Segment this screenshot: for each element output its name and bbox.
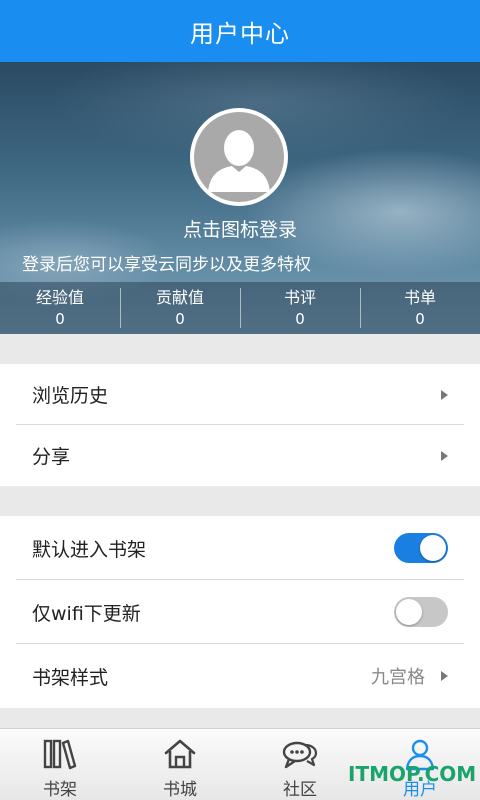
setting-label: 书架样式 — [32, 666, 109, 689]
chat-icon — [282, 741, 318, 769]
setting-wifi-only: 仅wifi下更新 — [0, 580, 480, 644]
tab-bookstore[interactable]: 书城 — [120, 729, 240, 800]
wifi-only-toggle[interactable] — [394, 597, 448, 627]
login-benefits-text: 登录后您可以享受云同步以及更多特权 — [22, 255, 311, 275]
avatar-placeholder-icon — [194, 112, 284, 202]
stat-contribution[interactable]: 贡献值 0 — [120, 282, 240, 334]
toggle-knob — [396, 599, 422, 625]
page-title: 用户中心 — [190, 19, 290, 48]
watermark-logo: ITMOP.COM — [348, 762, 477, 786]
menu-item-history[interactable]: 浏览历史 — [0, 364, 480, 425]
tab-label: 社区 — [283, 780, 317, 800]
setting-label: 默认进入书架 — [32, 538, 147, 561]
shelf-style-value: 九宫格 — [371, 667, 425, 688]
login-hint[interactable]: 点击图标登录 — [0, 215, 480, 242]
chevron-right-icon — [441, 671, 448, 681]
menu-item-share[interactable]: 分享 — [0, 425, 480, 486]
stat-value: 0 — [55, 310, 65, 328]
menu-item-label: 分享 — [32, 446, 71, 468]
stat-experience[interactable]: 经验值 0 — [0, 282, 120, 334]
setting-default-shelf: 默认进入书架 — [0, 516, 480, 580]
stat-value: 0 — [295, 310, 305, 328]
settings-group: 默认进入书架 仅wifi下更新 书架样式 九宫格 — [0, 516, 480, 708]
home-icon — [164, 739, 196, 769]
toggle-knob — [420, 535, 446, 561]
menu-item-label: 浏览历史 — [32, 385, 109, 407]
default-shelf-toggle[interactable] — [394, 533, 448, 563]
stat-label: 书单 — [403, 288, 436, 307]
stat-label: 经验值 — [35, 288, 84, 307]
tab-label: 书城 — [163, 780, 197, 800]
tab-label: 书架 — [43, 780, 77, 800]
title-bar: 用户中心 — [0, 0, 480, 62]
stat-reviews[interactable]: 书评 0 — [240, 282, 360, 334]
menu-group: 浏览历史 分享 — [0, 364, 480, 486]
setting-shelf-style[interactable]: 书架样式 九宫格 — [0, 644, 480, 708]
stat-label: 贡献值 — [155, 288, 204, 307]
tab-community[interactable]: 社区 — [240, 729, 360, 800]
avatar-button[interactable] — [190, 108, 288, 206]
chevron-right-icon — [441, 450, 448, 461]
tab-bookshelf[interactable]: 书架 — [0, 729, 120, 800]
profile-header: 点击图标登录 登录后您可以享受云同步以及更多特权 经验值 0 贡献值 0 书评 … — [0, 62, 480, 334]
stat-value: 0 — [175, 310, 185, 328]
chevron-right-icon — [441, 389, 448, 400]
stat-value: 0 — [415, 310, 425, 328]
setting-label: 仅wifi下更新 — [32, 602, 141, 625]
stat-label: 书评 — [283, 288, 316, 307]
stat-booklists[interactable]: 书单 0 — [360, 282, 480, 334]
bookshelf-icon — [43, 739, 77, 770]
stats-bar: 经验值 0 贡献值 0 书评 0 书单 0 — [0, 282, 480, 334]
